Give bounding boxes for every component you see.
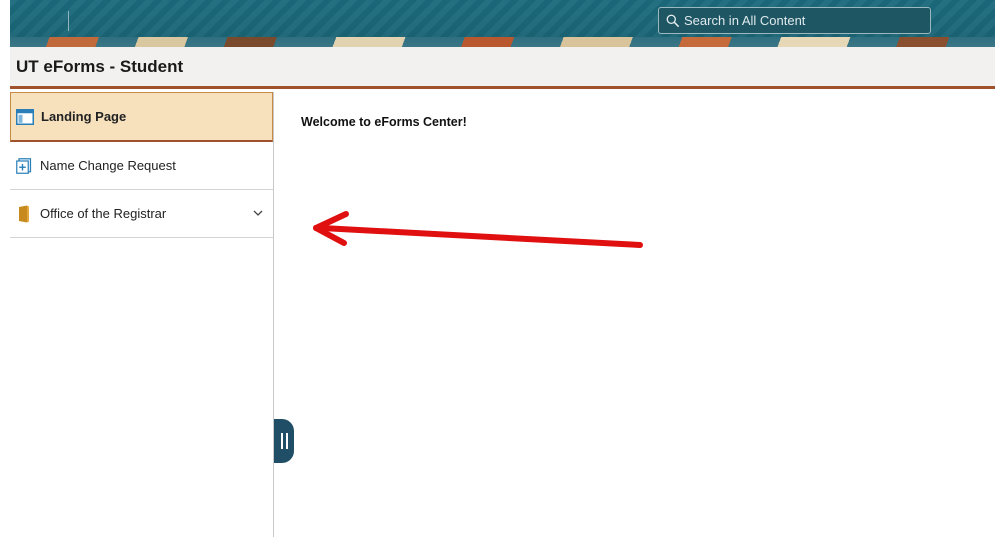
search-icon bbox=[666, 14, 679, 27]
sidebar-collapse-handle[interactable] bbox=[274, 419, 294, 463]
banner-pattern bbox=[10, 37, 995, 47]
sidebar-item-label: Landing Page bbox=[41, 109, 127, 124]
form-add-icon bbox=[14, 156, 34, 176]
main-content: Welcome to eForms Center! bbox=[275, 92, 995, 537]
sidebar-item-office-of-the-registrar[interactable]: Office of the Registrar bbox=[10, 190, 273, 238]
top-banner: Search in All Content bbox=[10, 0, 995, 47]
page-title-bar: UT eForms - Student bbox=[10, 47, 995, 89]
chevron-down-icon[interactable] bbox=[251, 206, 265, 220]
global-search-input[interactable]: Search in All Content bbox=[658, 7, 931, 34]
banner-divider bbox=[68, 11, 69, 31]
sidebar-item-label: Name Change Request bbox=[40, 158, 176, 173]
search-placeholder: Search in All Content bbox=[684, 13, 806, 28]
sidebar-item-name-change-request[interactable]: Name Change Request bbox=[10, 142, 273, 190]
page-title: UT eForms - Student bbox=[16, 56, 184, 76]
landing-page-icon bbox=[15, 107, 35, 127]
sidebar-item-landing-page[interactable]: Landing Page bbox=[10, 92, 273, 142]
sidebar: Landing Page Name Change Request Office … bbox=[10, 92, 274, 537]
sidebar-item-label: Office of the Registrar bbox=[40, 206, 167, 221]
welcome-heading: Welcome to eForms Center! bbox=[301, 115, 467, 129]
folder-icon bbox=[14, 204, 34, 224]
drag-handle-icon bbox=[280, 433, 283, 449]
